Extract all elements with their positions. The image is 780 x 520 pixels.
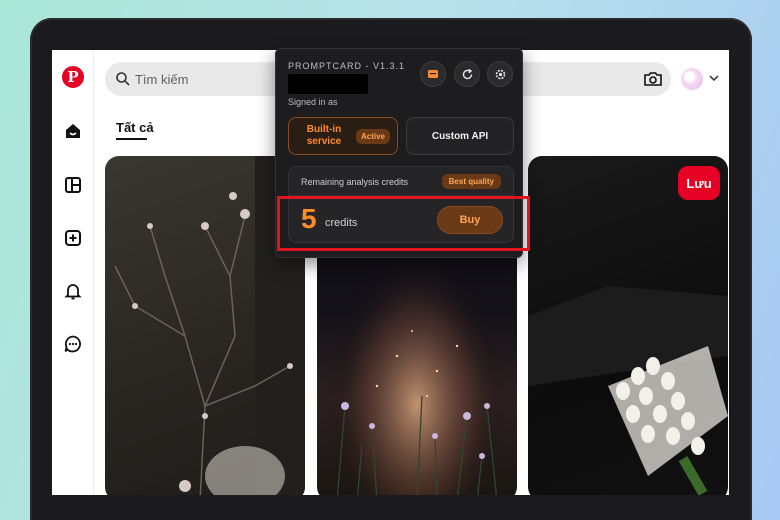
active-badge: Active: [355, 128, 390, 144]
remaining-credits-header: Remaining analysis credits Best quality: [288, 166, 514, 196]
sidebar-item-explore[interactable]: [60, 172, 86, 198]
redacted-email: [288, 74, 368, 94]
sidebar: P: [52, 50, 94, 495]
sidebar-item-create[interactable]: [60, 225, 86, 251]
pin-card-bouquet[interactable]: Lưu: [528, 156, 728, 495]
refresh-icon: [462, 68, 472, 79]
history-button[interactable]: [420, 61, 446, 87]
signed-in-label: Signed in as: [288, 97, 338, 107]
tab-underline: [116, 138, 147, 140]
gear-icon: [495, 69, 505, 79]
highlight-box: [277, 196, 530, 251]
pinterest-logo-icon: P: [62, 66, 84, 88]
sidebar-item-messages[interactable]: [60, 331, 86, 357]
builtin-service-label: Built-in service: [306, 124, 342, 147]
sidebar-item-notifications[interactable]: [60, 278, 86, 304]
extension-title: PROMPTCARD - V1.3.1: [288, 61, 406, 71]
tulip-bouquet-image: [528, 286, 728, 495]
pinterest-logo[interactable]: P: [60, 64, 86, 90]
home-icon: [66, 124, 80, 138]
chevron-down-icon[interactable]: [708, 73, 720, 83]
card-icon: [428, 70, 438, 78]
custom-api-option[interactable]: Custom API: [406, 117, 514, 155]
save-button[interactable]: Lưu: [678, 166, 720, 200]
settings-button[interactable]: [487, 61, 513, 87]
camera-search-icon[interactable]: [643, 70, 663, 88]
bell-icon: [64, 284, 82, 300]
search-icon: [116, 72, 130, 86]
best-quality-badge: Best quality: [441, 174, 501, 189]
create-icon: [65, 230, 81, 246]
sidebar-item-home[interactable]: [60, 118, 86, 144]
tab-all[interactable]: Tất cả: [116, 120, 154, 135]
avatar[interactable]: [681, 68, 703, 90]
builtin-service-option[interactable]: Built-in service Active: [288, 117, 398, 155]
remaining-credits-label: Remaining analysis credits: [301, 177, 409, 187]
layout-icon: [65, 177, 81, 193]
search-input[interactable]: [135, 62, 295, 96]
refresh-button[interactable]: [454, 61, 480, 87]
chat-icon: [64, 335, 81, 353]
